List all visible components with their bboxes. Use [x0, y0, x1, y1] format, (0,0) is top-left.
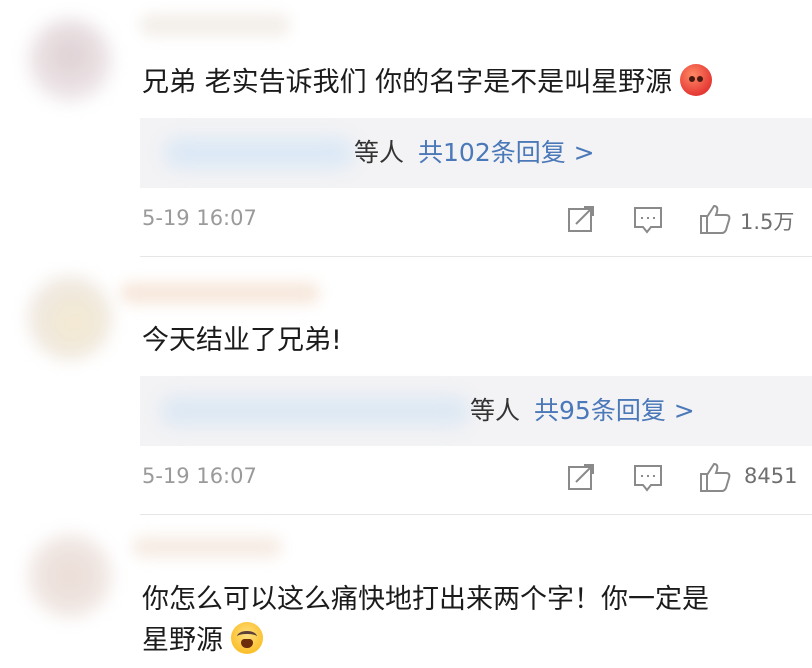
comment-text: 今天结业了兄弟!: [142, 320, 342, 362]
share-button[interactable]: [566, 202, 596, 238]
avatar[interactable]: [28, 18, 112, 102]
like-count: 1.5万: [740, 210, 795, 234]
reply-count-link[interactable]: 共102条回复 >: [418, 138, 595, 167]
avatar[interactable]: [28, 534, 112, 618]
comment-icon: [634, 207, 662, 234]
avatar[interactable]: [28, 276, 112, 360]
share-icon: [568, 206, 594, 232]
comment-button[interactable]: [632, 460, 664, 496]
thumbs-up-icon: [700, 204, 731, 234]
comment-text-content: 今天结业了兄弟!: [142, 325, 342, 356]
username[interactable]: [140, 14, 290, 36]
reply-count-link[interactable]: 共95条回复 >: [534, 396, 695, 425]
like-button[interactable]: 8451: [698, 460, 812, 496]
reply-summary[interactable]: 等人 共102条回复 >: [140, 118, 812, 188]
comment-icon: [634, 465, 662, 492]
comment-text-line-2: 星野源: [142, 625, 223, 656]
reply-users-blurred: [164, 138, 354, 168]
share-icon: [568, 464, 594, 490]
comment-text: 星野源: [142, 620, 263, 662]
crying-face-emoji-icon: [231, 622, 263, 654]
divider: [140, 256, 812, 257]
divider: [140, 514, 812, 515]
timestamp: 5-19 16:07: [142, 206, 257, 230]
reply-summary-text: 等人 共102条回复 >: [354, 132, 595, 174]
comment-text-line-1: 你怎么可以这么痛快地打出来两个字！你一定是: [142, 584, 709, 615]
comment-text-content: 兄弟 老实告诉我们 你的名字是不是叫星野源: [142, 67, 673, 98]
username[interactable]: [132, 536, 282, 558]
comment-text: 兄弟 老实告诉我们 你的名字是不是叫星野源: [142, 62, 713, 104]
angry-face-emoji-icon: [680, 64, 713, 96]
share-button[interactable]: [566, 460, 596, 496]
comment-meta: 5-19 16:07 8451: [142, 460, 812, 496]
timestamp: 5-19 16:07: [142, 464, 257, 488]
reply-people-label: 等人: [354, 138, 405, 167]
reply-summary-text: 等人 共95条回复 >: [470, 390, 695, 432]
like-button[interactable]: 1.5万: [698, 202, 812, 238]
thumbs-up-icon: [700, 462, 731, 492]
reply-users-blurred: [160, 396, 470, 426]
comment-button[interactable]: [632, 202, 664, 238]
comment-meta: 5-19 16:07 1.5万: [142, 202, 812, 238]
reply-summary[interactable]: 等人 共95条回复 >: [140, 376, 812, 446]
reply-people-label: 等人: [470, 396, 521, 425]
username[interactable]: [120, 282, 320, 304]
like-count: 8451: [744, 464, 798, 488]
comment-text: 你怎么可以这么痛快地打出来两个字！你一定是: [142, 579, 709, 621]
